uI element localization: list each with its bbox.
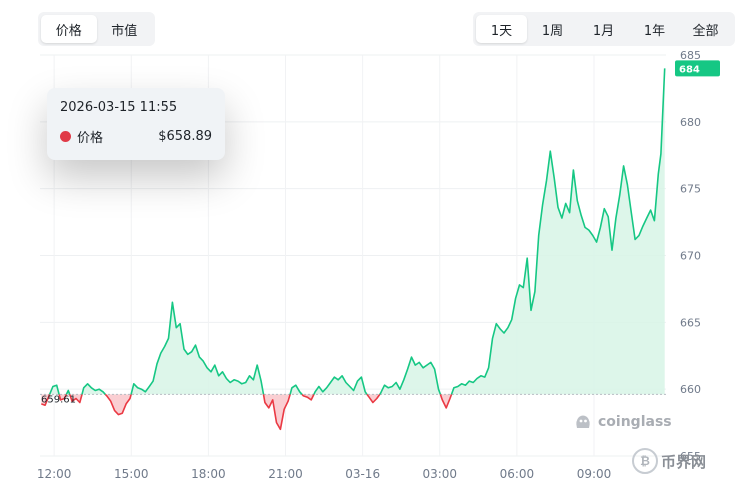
- watermark-text: coinglass: [598, 414, 672, 430]
- tooltip-series-label: 价格: [77, 131, 104, 146]
- x-tick-label: 21:00: [268, 467, 303, 481]
- y-tick-label: 660: [680, 383, 701, 396]
- x-tick-label: 18:00: [191, 467, 226, 481]
- watermark: coinglass: [573, 412, 672, 432]
- tooltip-row: 价格 $658.89: [60, 127, 212, 146]
- y-tick-label: 670: [680, 250, 701, 263]
- hover-tooltip: 2026-03-15 11:55 价格 $658.89: [47, 88, 225, 160]
- x-tick-label: 12:00: [37, 467, 72, 481]
- y-tick-label: 665: [680, 316, 701, 329]
- corner-logo-text: 币界网: [661, 452, 707, 471]
- x-axis-ticks: 12:00 15:00 18:00 21:00 03-16 03:00 06:00 09:00: [37, 467, 611, 481]
- y-axis-ticks: 685680675670665660655: [680, 49, 701, 463]
- baseline-label: 659.61: [41, 394, 76, 405]
- x-tick-label: 15:00: [114, 467, 149, 481]
- y-tick-label: 675: [680, 183, 701, 196]
- tooltip-value: $658.89: [158, 129, 212, 144]
- tooltip-series-dot: [60, 131, 71, 142]
- coin-logo-icon: ₿: [632, 448, 658, 474]
- x-tick-label: 06:00: [500, 467, 535, 481]
- y-tick-label: 685: [680, 49, 701, 62]
- x-tick-label: 03:00: [422, 467, 457, 481]
- area-down: [105, 394, 132, 415]
- coinglass-logo-icon: [576, 415, 590, 428]
- corner-logo: ₿ 币界网: [632, 448, 706, 474]
- y-tick-label: 680: [680, 116, 701, 129]
- area-up: [451, 68, 665, 395]
- x-tick-label: 03-16: [345, 467, 380, 481]
- x-tick-label: 09:00: [577, 467, 612, 481]
- tooltip-time: 2026-03-15 11:55: [60, 100, 178, 115]
- current-price-label: 684: [679, 64, 700, 75]
